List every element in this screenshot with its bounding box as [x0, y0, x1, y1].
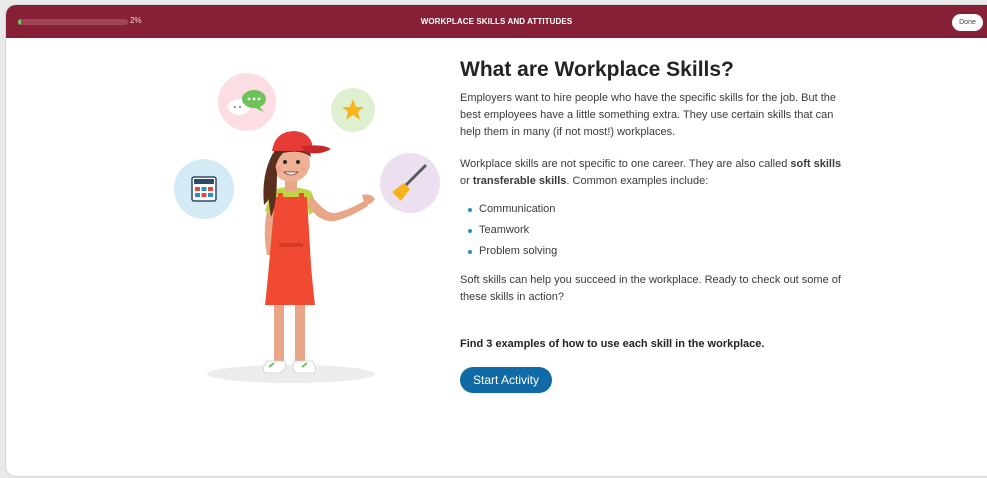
- soft-skills-term: soft skills: [790, 158, 842, 170]
- top-bar: 2% WORKPLACE SKILLS AND ATTITUDES Done: [6, 5, 987, 38]
- character: [263, 131, 375, 374]
- list-item: Communication: [468, 199, 850, 220]
- calculator-icon: [174, 159, 234, 219]
- speech-bubbles-icon: [218, 73, 276, 131]
- soft-skills-text-or: or: [460, 175, 473, 187]
- app-window: 2% WORKPLACE SKILLS AND ATTITUDES Done W…: [6, 5, 987, 476]
- list-item: Teamwork: [468, 220, 850, 241]
- list-item: Problem solving: [468, 241, 850, 262]
- bullet-icon: [468, 228, 472, 233]
- transferable-skills-term: transferable skills: [472, 175, 567, 187]
- illustration: [174, 73, 440, 383]
- intro-paragraph: Employers want to hire people who have t…: [460, 92, 837, 138]
- soft-skills-text-start: Workplace skills are not specific to one…: [460, 158, 791, 170]
- main-content: What are Workplace Skills? Employers wan…: [460, 56, 850, 393]
- list-item-label: Teamwork: [479, 224, 530, 236]
- list-item-label: Communication: [479, 203, 556, 215]
- soft-skills-paragraph: Workplace skills are not specific to one…: [460, 156, 850, 190]
- bullet-icon: [468, 249, 472, 254]
- bullet-icon: [468, 207, 472, 212]
- floor-shadow: [207, 365, 375, 383]
- activity-instruction: Find 3 examples of how to use each skill…: [460, 338, 765, 350]
- soft-skills-text-end: . Common examples include:: [566, 175, 709, 187]
- page-title: What are Workplace Skills?: [460, 58, 734, 81]
- list-item-label: Problem solving: [479, 245, 558, 257]
- star-icon: [331, 88, 375, 132]
- broom-icon: [380, 153, 440, 213]
- done-button[interactable]: Done: [952, 14, 983, 31]
- skill-examples-list: Communication Teamwork Problem solving: [468, 199, 850, 262]
- closing-paragraph: Soft skills can help you succeed in the …: [460, 274, 841, 303]
- lesson-title: WORKPLACE SKILLS AND ATTITUDES: [420, 17, 573, 26]
- start-activity-button[interactable]: Start Activity: [460, 367, 553, 393]
